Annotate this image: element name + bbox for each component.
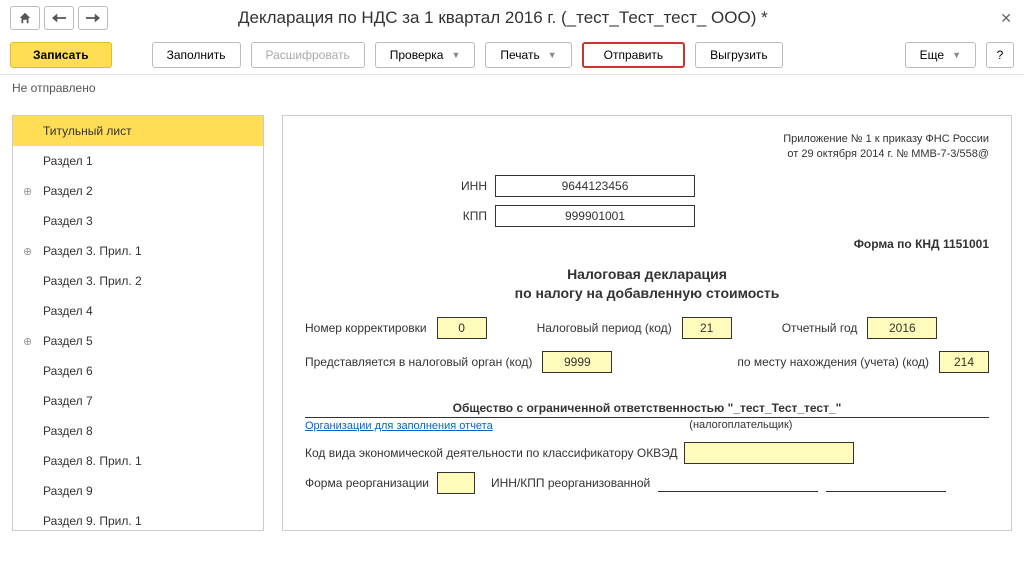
sidebar-item[interactable]: Раздел 9. Прил. 1 <box>13 506 263 531</box>
taxpayer-sub: (налогоплательщик) <box>493 419 989 431</box>
help-button[interactable]: ? <box>986 42 1014 68</box>
sidebar-item-label: Раздел 5 <box>43 334 93 348</box>
form-appendix-note: Приложение № 1 к приказу ФНС России от 2… <box>305 132 989 163</box>
sidebar-item[interactable]: ⊕ Раздел 5 <box>13 326 263 356</box>
sidebar-item-label: Раздел 2 <box>43 184 93 198</box>
sidebar-item-label: Раздел 9 <box>43 484 93 498</box>
form-area: Приложение № 1 к приказу ФНС России от 2… <box>282 115 1012 531</box>
inn-field[interactable]: 9644123456 <box>495 175 695 197</box>
sidebar-item-label: Раздел 8. Прил. 1 <box>43 454 142 468</box>
sidebar-item[interactable]: Раздел 3 <box>13 206 263 236</box>
location-field[interactable]: 214 <box>939 351 989 373</box>
sidebar-item[interactable]: Титульный лист <box>13 116 263 146</box>
sidebar-item[interactable]: Раздел 9 <box>13 476 263 506</box>
sidebar-item-label: Раздел 4 <box>43 304 93 318</box>
sidebar-item[interactable]: Раздел 4 <box>13 296 263 326</box>
sidebar-item-label: Раздел 6 <box>43 364 93 378</box>
sidebar-item[interactable]: ⊕ Раздел 2 <box>13 176 263 206</box>
sidebar-item-label: Раздел 9. Прил. 1 <box>43 514 142 528</box>
fill-button[interactable]: Заполнить <box>152 42 241 68</box>
export-button[interactable]: Выгрузить <box>695 42 783 68</box>
sidebar-item-label: Раздел 3. Прил. 1 <box>43 244 142 258</box>
form-code: Форма по КНД 1151001 <box>305 237 989 251</box>
kpp-label: КПП <box>305 209 495 223</box>
sidebar-item-label: Раздел 7 <box>43 394 93 408</box>
chevron-down-icon: ▼ <box>451 50 460 60</box>
okved-field[interactable] <box>684 442 854 464</box>
sidebar-item[interactable]: Раздел 8. Прил. 1 <box>13 446 263 476</box>
window-title: Декларация по НДС за 1 квартал 2016 г. (… <box>238 8 768 28</box>
send-button[interactable]: Отправить <box>582 42 686 68</box>
sidebar-item[interactable]: Раздел 6 <box>13 356 263 386</box>
chevron-down-icon: ▼ <box>548 50 557 60</box>
year-label: Отчетный год <box>782 321 858 335</box>
org-link[interactable]: Организации для заполнения отчета <box>305 420 493 432</box>
chevron-down-icon: ▼ <box>952 50 961 60</box>
reorg-inn-label: ИНН/КПП реорганизованной <box>491 476 650 490</box>
okved-label: Код вида экономической деятельности по к… <box>305 446 678 460</box>
decode-button: Расшифровать <box>251 42 365 68</box>
correction-label: Номер корректировки <box>305 321 427 335</box>
sidebar-item-label: Раздел 3 <box>43 214 93 228</box>
sidebar-item[interactable]: Раздел 1 <box>13 146 263 176</box>
reorg-inn-field[interactable] <box>658 474 818 492</box>
sidebar-item-label: Раздел 1 <box>43 154 93 168</box>
form-heading: Налоговая декларация по налогу на добавл… <box>305 265 989 303</box>
expand-icon[interactable]: ⊕ <box>23 335 32 348</box>
expand-icon[interactable]: ⊕ <box>23 185 32 198</box>
close-icon[interactable]: ✕ <box>1000 10 1012 27</box>
reorg-form-field[interactable] <box>437 472 475 494</box>
inn-label: ИНН <box>305 179 495 193</box>
expand-icon[interactable]: ⊕ <box>23 245 32 258</box>
sidebar-item-label: Титульный лист <box>43 124 132 138</box>
home-button[interactable] <box>10 6 40 30</box>
forward-button[interactable] <box>78 6 108 30</box>
year-field[interactable]: 2016 <box>867 317 937 339</box>
sidebar-item[interactable]: ⊕ Раздел 3. Прил. 1 <box>13 236 263 266</box>
save-button[interactable]: Записать <box>10 42 112 68</box>
tax-org-label: Представляется в налоговый орган (код) <box>305 355 532 369</box>
status-text: Не отправлено <box>0 75 1024 101</box>
back-button[interactable] <box>44 6 74 30</box>
more-button[interactable]: Еще▼ <box>905 42 976 68</box>
sidebar-item-label: Раздел 3. Прил. 2 <box>43 274 142 288</box>
location-label: по месту нахождения (учета) (код) <box>737 355 929 369</box>
correction-field[interactable]: 0 <box>437 317 487 339</box>
period-label: Налоговый период (код) <box>537 321 672 335</box>
reorg-kpp-field[interactable] <box>826 474 946 492</box>
kpp-field[interactable]: 999901001 <box>495 205 695 227</box>
org-name: Общество с ограниченной ответственностью… <box>305 401 989 418</box>
sidebar-item[interactable]: Раздел 3. Прил. 2 <box>13 266 263 296</box>
sidebar-item[interactable]: Раздел 8 <box>13 416 263 446</box>
tax-org-field[interactable]: 9999 <box>542 351 612 373</box>
print-button[interactable]: Печать▼ <box>485 42 571 68</box>
reorg-form-label: Форма реорганизации <box>305 476 429 490</box>
section-sidebar: Титульный лист Раздел 1 ⊕ Раздел 2 Раздел 3 ⊕… <box>12 115 264 531</box>
sidebar-item-label: Раздел 8 <box>43 424 93 438</box>
sidebar-item[interactable]: Раздел 7 <box>13 386 263 416</box>
period-field[interactable]: 21 <box>682 317 732 339</box>
check-button[interactable]: Проверка▼ <box>375 42 476 68</box>
